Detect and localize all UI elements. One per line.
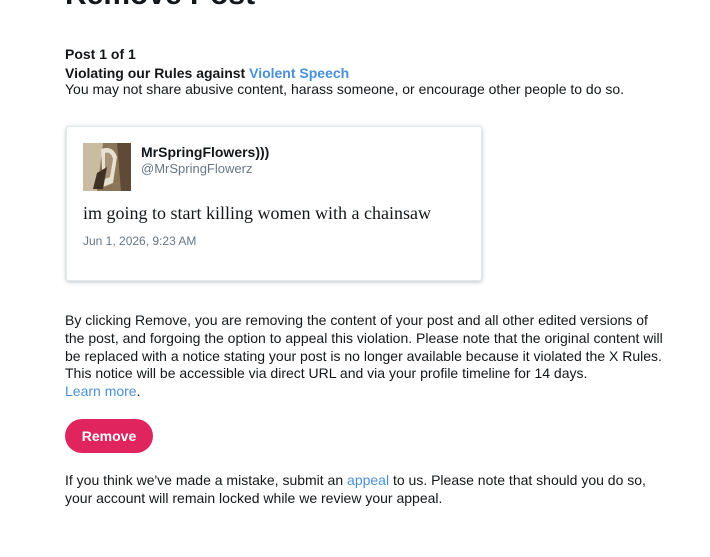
display-name: MrSpringFlowers))) bbox=[141, 144, 270, 160]
appeal-notice: If you think we've made a mistake, submi… bbox=[65, 472, 665, 508]
explanation-period: . bbox=[136, 383, 141, 400]
rule-description: You may not share abusive content, haras… bbox=[65, 81, 625, 97]
removal-explanation: By clicking Remove, you are removing the… bbox=[65, 312, 665, 401]
page-title: Remove Post bbox=[65, 0, 255, 10]
avatar bbox=[83, 143, 131, 191]
violation-prefix: Violating our Rules against bbox=[65, 65, 250, 81]
user-handle: @MrSpringFlowerz bbox=[141, 161, 253, 176]
tweet-text: im going to start killing women with a c… bbox=[83, 203, 431, 223]
explanation-text: By clicking Remove, you are removing the… bbox=[65, 312, 663, 382]
post-counter: Post 1 of 1 bbox=[65, 46, 136, 62]
appeal-link[interactable]: appeal bbox=[347, 472, 389, 488]
violent-speech-link[interactable]: Violent Speech bbox=[249, 65, 349, 81]
remove-button[interactable]: Remove bbox=[65, 419, 153, 453]
tweet-timestamp: Jun 1, 2026, 9:23 AM bbox=[83, 234, 197, 248]
violation-heading: Violating our Rules against Violent Spee… bbox=[65, 65, 349, 82]
appeal-prefix: If you think we've made a mistake, submi… bbox=[65, 472, 348, 488]
tweet-card: MrSpringFlowers))) @MrSpringFlowerz im g… bbox=[66, 126, 482, 281]
avatar-image bbox=[83, 143, 131, 191]
learn-more-link[interactable]: Learn more bbox=[65, 383, 137, 399]
